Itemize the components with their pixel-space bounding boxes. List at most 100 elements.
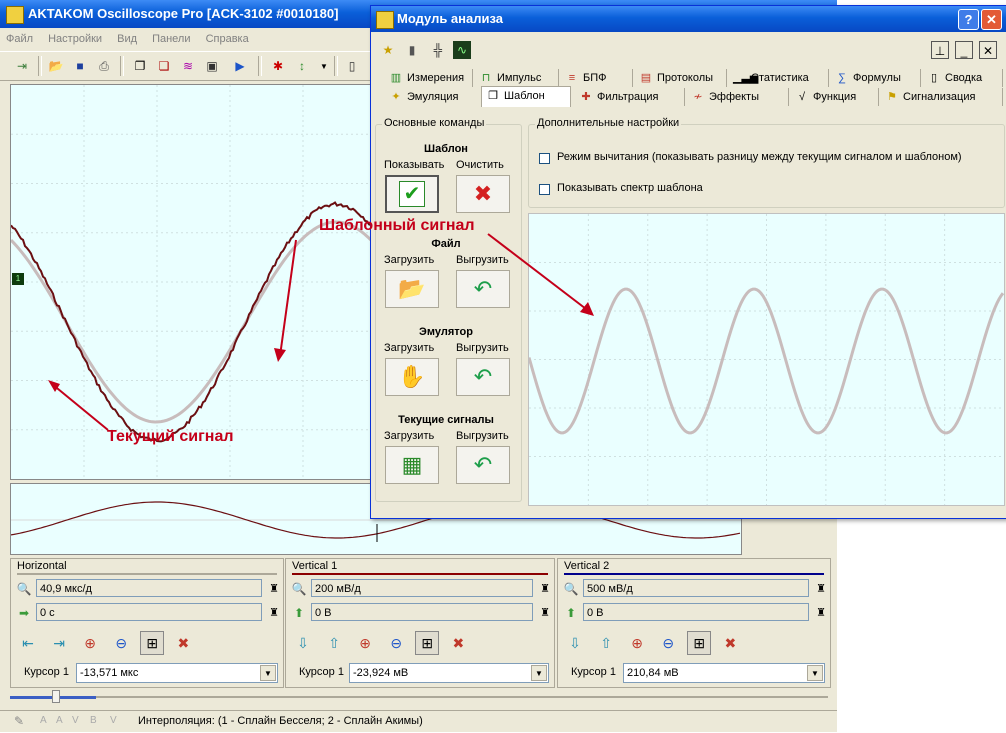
shift-up-icon[interactable]: ⇧ xyxy=(322,631,346,655)
menu-view[interactable]: Вид xyxy=(111,30,143,48)
shift-up-icon[interactable]: ⇧ xyxy=(594,631,618,655)
zoom-in-icon[interactable]: ⊕ xyxy=(625,631,649,655)
favorites-icon[interactable]: ★ xyxy=(379,41,397,59)
menu-settings[interactable]: Настройки xyxy=(42,30,108,48)
timebase-lock-icon[interactable]: ♜ xyxy=(266,580,282,596)
tab-summary[interactable]: ▯ Сводка xyxy=(923,69,1003,87)
emulator-load-button[interactable]: ✋ xyxy=(385,358,439,396)
vertical1-scale-field[interactable]: 200 мВ/д xyxy=(311,579,533,597)
vertical1-scale-lock-icon[interactable]: ♜ xyxy=(537,580,553,596)
file-unload-button[interactable]: ↶ xyxy=(456,270,510,308)
print-icon[interactable]: ⎙ xyxy=(94,56,114,76)
copy-data-icon[interactable]: ❏ xyxy=(154,56,174,76)
shift-down-icon[interactable]: ⇩ xyxy=(291,631,315,655)
template-screen[interactable] xyxy=(528,213,1005,506)
close-panel-icon[interactable]: ✕ xyxy=(979,41,997,59)
tab-formulas[interactable]: ∑ Формулы xyxy=(831,69,921,87)
status-indicator-a2: A xyxy=(56,715,63,726)
auto-scale-icon[interactable]: ⊞ xyxy=(140,631,165,655)
close-button[interactable]: ✕ xyxy=(981,9,1002,30)
vertical2-scale-lock-icon[interactable]: ♜ xyxy=(813,580,829,596)
tab-statistics[interactable]: ▁▃▅Статистика xyxy=(729,69,829,87)
timebase-field[interactable]: 40,9 мкс/д xyxy=(36,579,262,597)
status-indicator-b: B xyxy=(90,715,97,726)
auto-scale-icon[interactable]: ⊞ xyxy=(415,631,440,655)
copy-icon[interactable]: ❐ xyxy=(130,56,150,76)
clear-template-button[interactable]: ✖ xyxy=(456,175,510,213)
additional-settings-group: Дополнительные настройки Режим вычитания… xyxy=(528,117,1005,208)
info-icon[interactable]: ▯ xyxy=(342,56,362,76)
horizontal-cursor-select[interactable]: -13,571 мкс ▼ xyxy=(76,663,278,683)
subtract-mode-checkbox[interactable] xyxy=(539,153,550,164)
zoom-in-icon[interactable]: ⊕ xyxy=(78,631,102,655)
tab-template[interactable]: ❐ Шаблон xyxy=(481,86,571,107)
display-icon[interactable]: ▣ xyxy=(202,56,222,76)
show-template-button[interactable]: ✔ xyxy=(385,175,439,213)
zoom-in-icon[interactable]: ⊕ xyxy=(353,631,377,655)
channel-1-marker[interactable]: 1 xyxy=(12,273,24,285)
reset-scale-icon[interactable]: ✖ xyxy=(446,631,470,655)
reset-scale-icon[interactable]: ✖ xyxy=(718,631,742,655)
tab-emulation[interactable]: ✦ Эмуляция xyxy=(385,88,491,106)
menu-panels[interactable]: Панели xyxy=(146,30,196,48)
save-icon[interactable]: ■ xyxy=(70,56,90,76)
tab-alarm[interactable]: ⚑ Сигнализация xyxy=(881,88,1003,106)
analysis-titlebar[interactable]: Модуль анализа ? ✕ xyxy=(371,6,1006,32)
dock-icon[interactable]: ⊥ xyxy=(931,41,949,59)
show-spectrum-checkbox[interactable] xyxy=(539,184,550,195)
minimize-icon[interactable]: _ xyxy=(955,41,973,59)
zoom-out-icon[interactable]: ⊖ xyxy=(384,631,408,655)
horizontal-offset-field[interactable]: 0 с xyxy=(36,603,262,621)
zoom-out-icon[interactable]: ⊖ xyxy=(109,631,133,655)
channels-icon[interactable]: ↕ xyxy=(292,56,312,76)
book-icon[interactable]: ▮ xyxy=(403,41,421,59)
chevron-down-icon[interactable]: ▼ xyxy=(807,665,823,681)
shift-down-icon[interactable]: ⇩ xyxy=(563,631,587,655)
horizontal-cursor-label: Курсор 1 xyxy=(24,666,69,678)
exit-icon[interactable]: ⇥ xyxy=(12,56,32,76)
tab-fft[interactable]: ≡ БПФ xyxy=(561,69,633,87)
vertical2-offset-field[interactable]: 0 В xyxy=(583,603,809,621)
shift-right-icon[interactable]: ⇥ xyxy=(47,631,71,655)
file-load-label: Загрузить xyxy=(384,254,435,266)
current-unload-button[interactable]: ↶ xyxy=(456,446,510,484)
open-folder-icon[interactable]: 📂 xyxy=(46,56,66,76)
vertical1-offset-field[interactable]: 0 В xyxy=(311,603,533,621)
tab-measurements[interactable]: ▥ Измерения xyxy=(385,69,473,87)
position-slider[interactable] xyxy=(10,690,828,704)
function-icon: √ xyxy=(798,91,806,103)
vertical1-cursor-select[interactable]: -23,924 мВ ▼ xyxy=(349,663,549,683)
chevron-down-icon[interactable]: ▼ xyxy=(314,56,334,76)
tab-effects[interactable]: ≁ Эффекты xyxy=(687,88,789,106)
waveform-icon[interactable]: ≋ xyxy=(178,56,198,76)
tab-pulse[interactable]: ⊓ Импульс xyxy=(475,69,559,87)
reset-scale-icon[interactable]: ✖ xyxy=(171,631,195,655)
file-load-button[interactable]: 📂 xyxy=(385,270,439,308)
vertical2-cursor-select[interactable]: 210,84 мВ ▼ xyxy=(623,663,825,683)
tab-protocols[interactable]: ▤ Протоколы xyxy=(635,69,727,87)
show-label: Показывать xyxy=(384,159,445,171)
emulator-unload-button[interactable]: ↶ xyxy=(456,358,510,396)
menu-file[interactable]: Файл xyxy=(0,30,39,48)
help-button[interactable]: ? xyxy=(958,9,979,30)
chevron-down-icon[interactable]: ▼ xyxy=(260,665,276,681)
zoom-out-icon[interactable]: ⊖ xyxy=(656,631,680,655)
tab-filtering[interactable]: ✚ Фильтрация xyxy=(575,88,685,106)
menu-help[interactable]: Справка xyxy=(200,30,255,48)
vertical2-scale-field[interactable]: 500 мВ/д xyxy=(583,579,809,597)
network-icon[interactable]: ╬ xyxy=(429,41,447,59)
arrow-up-icon: ⬆ xyxy=(565,606,577,620)
slider-thumb[interactable] xyxy=(52,690,60,703)
scope-icon[interactable]: ∿ xyxy=(453,41,471,59)
run-icon[interactable]: ▶ xyxy=(230,56,250,76)
offset-lock-icon[interactable]: ♜ xyxy=(266,604,282,620)
current-load-button[interactable]: ▦ xyxy=(385,446,439,484)
tab-function[interactable]: √ Функция xyxy=(791,88,879,106)
vertical2-offset-lock-icon[interactable]: ♜ xyxy=(813,604,829,620)
chevron-down-icon[interactable]: ▼ xyxy=(531,665,547,681)
pen-icon[interactable]: ✎ xyxy=(14,714,24,728)
stop-icon[interactable]: ✱ xyxy=(268,56,288,76)
auto-scale-icon[interactable]: ⊞ xyxy=(687,631,712,655)
vertical1-offset-lock-icon[interactable]: ♜ xyxy=(537,604,553,620)
shift-left-icon[interactable]: ⇤ xyxy=(16,631,40,655)
